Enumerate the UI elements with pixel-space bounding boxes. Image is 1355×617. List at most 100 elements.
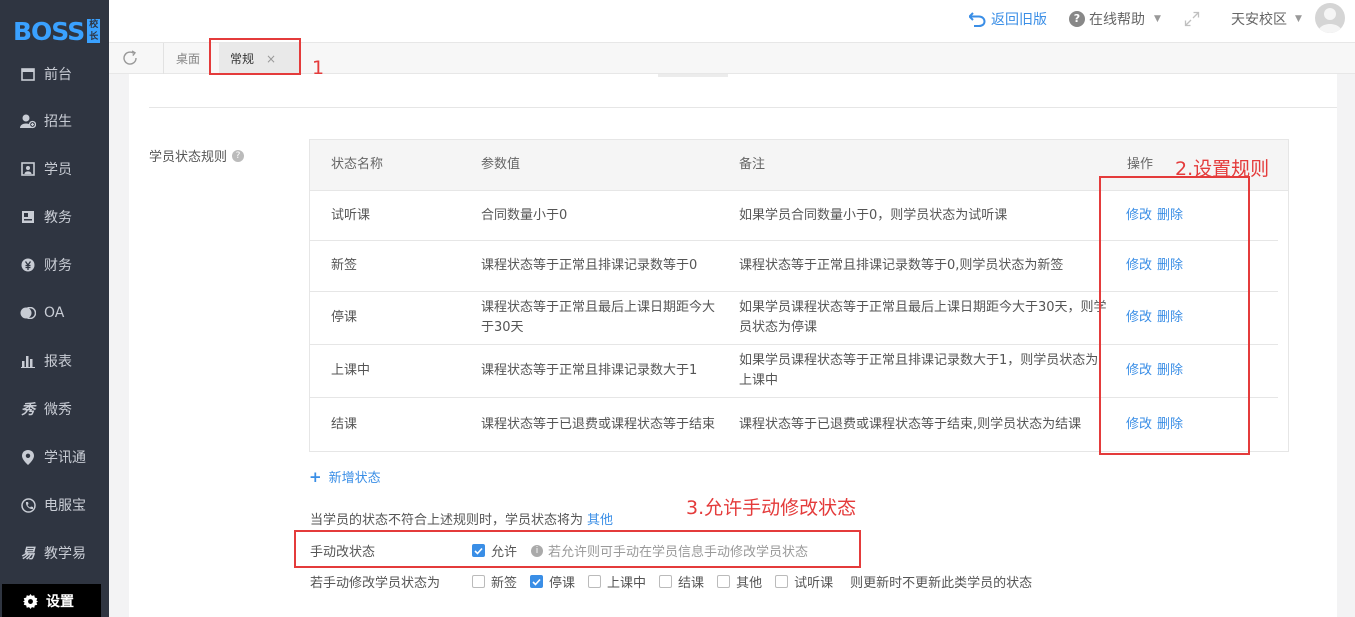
annotation-box-3 xyxy=(294,530,861,568)
plus-icon: + xyxy=(309,467,322,486)
rules-label: 学员状态规则 ? xyxy=(149,146,245,165)
sidebar-item-label: 教务 xyxy=(44,210,72,226)
back-label: 返回旧版 xyxy=(991,12,1047,28)
oa-icon xyxy=(20,305,36,321)
add-status-button[interactable]: + 新增状态 xyxy=(309,467,381,487)
caret-down-icon: ▼ xyxy=(1295,14,1302,24)
divider xyxy=(163,43,164,74)
sidebar-item-label: 前台 xyxy=(44,67,72,83)
cell-param: 课程状态等于正常且排课记录数大于1 xyxy=(481,363,698,378)
annotation-label-1: 1 xyxy=(312,57,325,79)
online-help-dropdown[interactable]: ? 在线帮助 ▼ xyxy=(1069,0,1161,38)
sidebar-item-xuexuntong[interactable]: 学讯通 xyxy=(0,440,109,474)
sidebar-item-student[interactable]: 学员 xyxy=(0,152,109,186)
column-header: 状态名称 xyxy=(331,157,384,172)
refresh-icon[interactable] xyxy=(121,49,139,67)
campus-label: 天安校区 xyxy=(1231,12,1287,28)
fallback-status-link[interactable]: 其他 xyxy=(587,513,613,528)
sidebar-item-label: 教学易 xyxy=(44,546,86,562)
sidebar-item-academic[interactable]: 教务 xyxy=(0,200,109,234)
fullscreen-button[interactable] xyxy=(1184,0,1200,38)
teaching-icon: 易 xyxy=(21,546,35,562)
checkbox[interactable] xyxy=(472,575,485,588)
column-header: 参数值 xyxy=(481,157,521,172)
logo[interactable]: BOSS 校长 xyxy=(13,16,101,46)
cell-note: 课程状态等于正常且排课记录数等于0,则学员状态为新签 xyxy=(739,258,1064,273)
option-label: 上课中 xyxy=(607,576,647,591)
state-option-shitingke[interactable]: 试听课 xyxy=(775,572,833,591)
manual-states-row: 若手动修改学员状态为 新签 停课 上课中 结课 其他 试听课 则更新时不更新此类… xyxy=(310,572,1032,591)
state-option-jieke[interactable]: 结课 xyxy=(659,572,704,591)
state-option-qita[interactable]: 其他 xyxy=(717,572,762,591)
sidebar-item-dianfubao[interactable]: 电服宝 xyxy=(0,488,109,522)
fallback-status: 当学员的状态不符合上述规则时，学员状态将为 其他 xyxy=(310,509,618,528)
sidebar-item-front-desk[interactable]: 前台 xyxy=(0,57,109,91)
sidebar-item-label: 学员 xyxy=(44,162,72,178)
sidebar-item-label: 报表 xyxy=(44,354,72,370)
cell-param: 课程状态等于正常且最后上课日期距今大于30天 xyxy=(481,300,716,335)
front-desk-icon xyxy=(20,66,36,82)
top-header: 返回旧版 ? 在线帮助 ▼ 天安校区 ▼ xyxy=(109,0,1355,42)
checkbox[interactable] xyxy=(717,575,731,588)
phone-icon xyxy=(20,497,36,513)
expand-icon xyxy=(1184,11,1200,27)
annotation-box-2 xyxy=(1099,176,1250,455)
checkbox[interactable] xyxy=(659,575,673,588)
back-to-old-version-button[interactable]: 返回旧版 xyxy=(969,0,1047,38)
checkbox[interactable] xyxy=(588,575,602,588)
help-label: 在线帮助 xyxy=(1089,12,1145,28)
sidebar-item-weixiu[interactable]: 秀 微秀 xyxy=(0,392,109,426)
manual-states-label: 若手动修改学员状态为 xyxy=(310,576,441,591)
cell-status-name: 新签 xyxy=(331,258,358,273)
undo-icon xyxy=(969,11,986,27)
cell-status-name: 停课 xyxy=(331,310,358,325)
add-status-label: 新增状态 xyxy=(328,471,381,486)
option-label: 停课 xyxy=(549,576,576,591)
sidebar-item-jiaoxueyi[interactable]: 易 教学易 xyxy=(0,536,109,570)
cell-note: 课程状态等于已退费或课程状态等于结束,则学员状态为结课 xyxy=(739,416,1082,432)
cell-note: 如果学员合同数量小于0，则学员状态为试听课 xyxy=(739,207,1008,223)
weixiu-icon: 秀 xyxy=(21,402,35,418)
fallback-text: 当学员的状态不符合上述规则时，学员状态将为 xyxy=(310,513,584,528)
sidebar-item-label: 微秀 xyxy=(44,402,72,418)
academic-icon xyxy=(20,209,36,225)
sidebar-item-oa[interactable]: OA xyxy=(0,296,109,330)
sidebar-item-label: 学讯通 xyxy=(44,450,86,466)
cell-status-name: 上课中 xyxy=(331,363,371,378)
sidebar-item-label: OA xyxy=(44,305,65,321)
sidebar-item-finance[interactable]: 财务 xyxy=(0,248,109,282)
sidebar-item-label: 财务 xyxy=(44,258,72,274)
checkbox[interactable] xyxy=(530,575,544,588)
annotation-label-3: 3.允许手动修改状态 xyxy=(686,497,857,519)
tab-label: 桌面 xyxy=(176,52,201,66)
cell-note: 如果学员课程状态等于正常且排课记录数大于1，则学员状态为上课中 xyxy=(739,353,1099,388)
divider xyxy=(149,107,1337,108)
cell-note: 如果学员课程状态等于正常且最后上课日期距今大于30天，则学员状态为停课 xyxy=(739,300,1107,335)
avatar[interactable] xyxy=(1315,3,1345,33)
sidebar: BOSS 校长 前台 招生 学员 教务 财务 OA 报表 秀 微秀 学讯通 电服… xyxy=(0,0,109,617)
annotation-box-1 xyxy=(209,38,301,75)
campus-dropdown[interactable]: 天安校区 ▼ xyxy=(1231,0,1302,38)
sidebar-item-enroll[interactable]: 招生 xyxy=(0,104,109,138)
sidebar-item-report[interactable]: 报表 xyxy=(0,344,109,378)
state-option-tingke[interactable]: 停课 xyxy=(530,572,575,591)
location-icon xyxy=(20,449,36,465)
sidebar-item-label: 电服宝 xyxy=(44,498,86,514)
logo-text: BOSS xyxy=(13,16,85,46)
cell-param: 合同数量小于0 xyxy=(481,207,568,223)
option-label: 新签 xyxy=(491,576,518,591)
gear-icon xyxy=(22,593,38,609)
tab-desktop[interactable]: 桌面 xyxy=(176,43,200,74)
state-option-xinqian[interactable]: 新签 xyxy=(472,572,517,591)
sidebar-item-settings[interactable]: 设置 xyxy=(2,584,101,617)
option-label: 结课 xyxy=(678,576,705,591)
cell-status-name: 结课 xyxy=(331,416,358,432)
checkbox[interactable] xyxy=(775,575,789,588)
sidebar-item-label: 招生 xyxy=(44,114,72,130)
cell-status-name: 试听课 xyxy=(331,207,371,223)
manual-states-suffix: 则更新时不更新此类学员的状态 xyxy=(850,576,1033,591)
state-option-shangkezhong[interactable]: 上课中 xyxy=(588,572,646,591)
caret-down-icon: ▼ xyxy=(1154,14,1161,24)
column-header: 备注 xyxy=(739,157,766,172)
help-icon[interactable]: ? xyxy=(232,149,245,162)
